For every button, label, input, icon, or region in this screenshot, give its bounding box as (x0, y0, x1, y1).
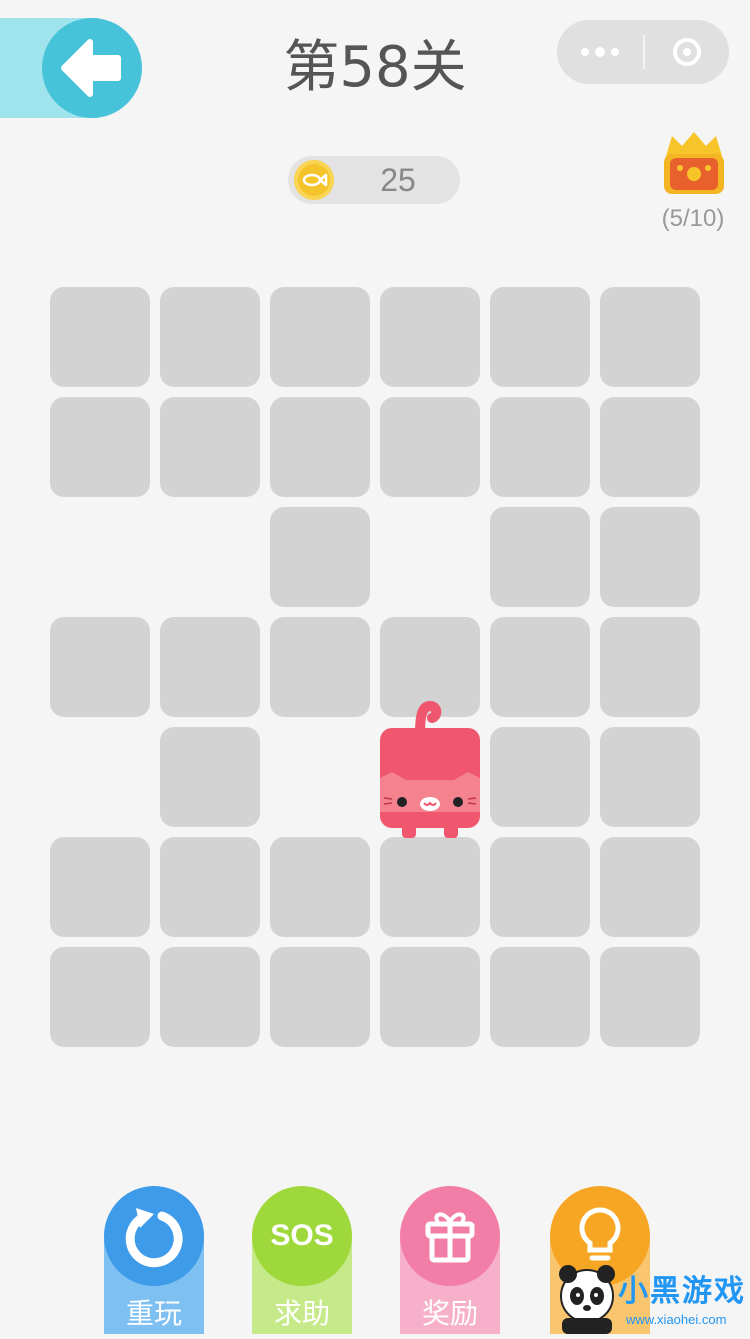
board-tile[interactable] (380, 837, 480, 937)
board-tile[interactable] (160, 617, 260, 717)
restart-icon (125, 1208, 183, 1268)
board-tile[interactable] (490, 287, 590, 387)
board-tile[interactable] (380, 397, 480, 497)
board-tile[interactable] (270, 397, 370, 497)
board-tile[interactable] (490, 397, 590, 497)
board-tile[interactable] (50, 617, 150, 717)
board-tile[interactable] (600, 947, 700, 1047)
game-board (0, 0, 750, 1100)
board-tile[interactable] (490, 837, 590, 937)
board-tile[interactable] (160, 287, 260, 387)
board-tile[interactable] (160, 947, 260, 1047)
reward-label: 奖励 (421, 1297, 478, 1330)
restart-circle (104, 1186, 204, 1286)
lightbulb-icon (579, 1207, 621, 1261)
board-tile[interactable] (600, 727, 700, 827)
board-tile[interactable] (50, 397, 150, 497)
reward-button[interactable]: 奖励 (400, 1186, 500, 1334)
panda-logo-icon (559, 1265, 615, 1334)
board-tile[interactable] (600, 617, 700, 717)
board-tile[interactable] (160, 727, 260, 827)
watermark-url: www.xiaohei.com (626, 1312, 727, 1327)
board-tile[interactable] (490, 947, 590, 1047)
board-tile[interactable] (600, 397, 700, 497)
board-tile[interactable] (270, 947, 370, 1047)
sos-icon: SOS (270, 1219, 334, 1252)
board-tile[interactable] (490, 617, 590, 717)
board-tile[interactable] (270, 617, 370, 717)
sos-button[interactable]: SOS 求助 (252, 1186, 352, 1334)
board-tile[interactable] (270, 837, 370, 937)
board-tile[interactable] (600, 287, 700, 387)
board-tile[interactable] (490, 727, 590, 827)
watermark: 小黑游戏 www.xiaohei.com (556, 1262, 750, 1334)
board-tile[interactable] (380, 287, 480, 387)
pink-cat-icon (380, 700, 480, 838)
board-tile[interactable] (50, 287, 150, 387)
board-tile[interactable] (380, 947, 480, 1047)
board-tile[interactable] (600, 837, 700, 937)
board-tile[interactable] (160, 837, 260, 937)
restart-label: 重玩 (125, 1297, 182, 1330)
board-tile[interactable] (490, 507, 590, 607)
board-tile[interactable] (50, 947, 150, 1047)
sos-circle: SOS (252, 1186, 352, 1286)
watermark-text: 小黑游戏 (618, 1274, 746, 1309)
restart-button[interactable]: 重玩 (104, 1186, 204, 1334)
board-tile[interactable] (160, 397, 260, 497)
sos-label: 求助 (273, 1297, 330, 1330)
gift-icon (425, 1212, 475, 1263)
board-tile[interactable] (270, 507, 370, 607)
reward-circle (400, 1186, 500, 1286)
board-tile[interactable] (270, 287, 370, 387)
board-tile[interactable] (600, 507, 700, 607)
cat-player[interactable] (378, 700, 482, 842)
board-tile[interactable] (50, 837, 150, 937)
